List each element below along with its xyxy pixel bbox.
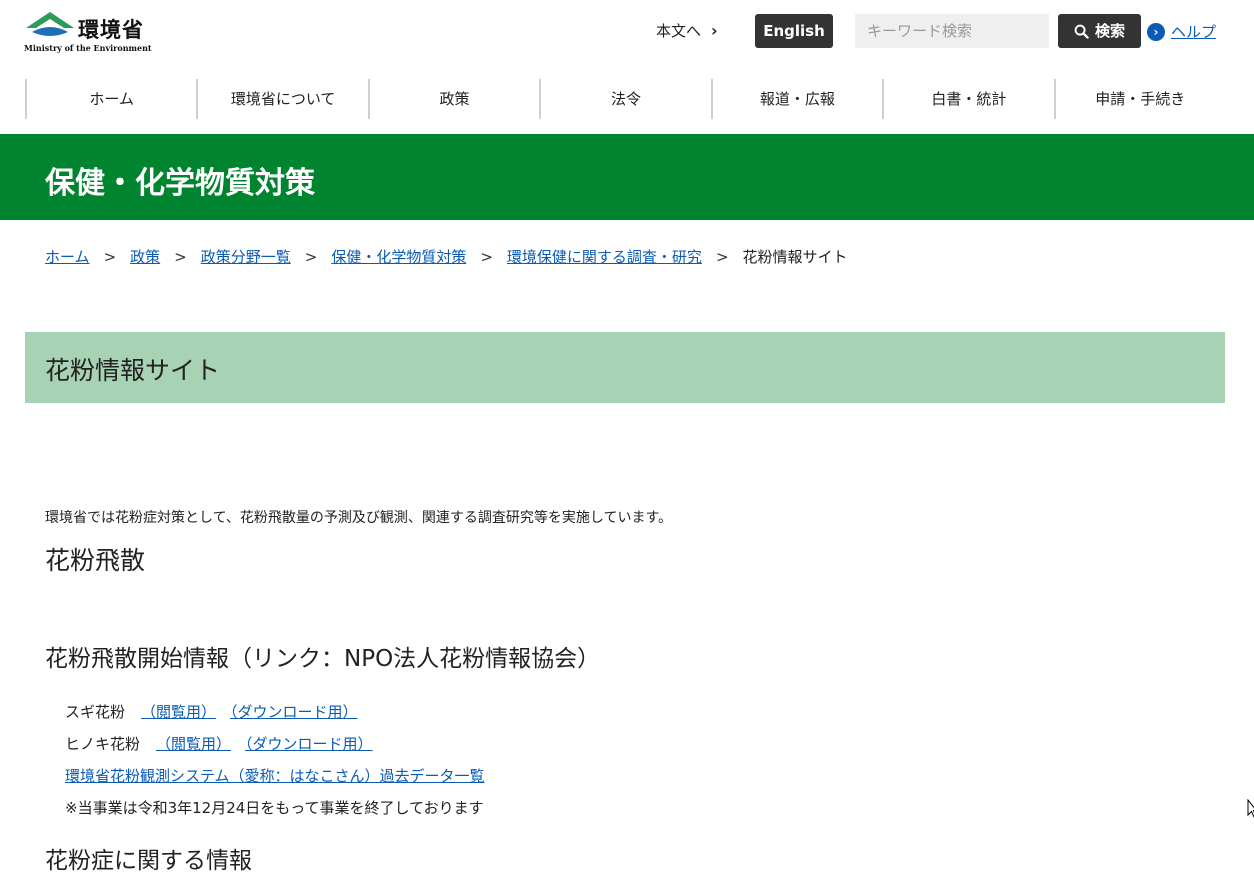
breadcrumb-separator: > xyxy=(715,248,729,266)
mouse-pointer-icon xyxy=(1247,799,1254,818)
hanakosan-archive-link[interactable]: 環境省花粉観測システム（愛称：はなこさん）過去データ一覧 xyxy=(65,767,485,785)
breadcrumb-link-health-chemical[interactable]: 保健・化学物質対策 xyxy=(331,248,466,266)
nav-item-press[interactable]: 報道・広報 xyxy=(710,79,882,119)
help-link-label[interactable]: ヘルプ xyxy=(1171,23,1216,41)
list-item: ヒノキ花粉 （閲覧用） （ダウンロード用） xyxy=(65,733,373,754)
logo-text-en: Ministry of the Environment xyxy=(24,43,152,53)
breadcrumb-separator: > xyxy=(304,248,318,266)
heading-pollen-dispersal: 花粉飛散 xyxy=(45,546,146,575)
nav-item-home[interactable]: ホーム xyxy=(25,79,196,119)
hinoki-view-link[interactable]: （閲覧用） xyxy=(156,735,231,753)
list-item: 環境省花粉観測システム（愛称：はなこさん）過去データ一覧 xyxy=(65,765,485,786)
chevron-right-icon: › xyxy=(711,21,718,40)
sugi-view-link[interactable]: （閲覧用） xyxy=(141,703,216,721)
service-end-notice: ※当事業は令和3年12月24日をもって事業を終了しております xyxy=(65,799,484,817)
global-nav: ホーム 環境省について 政策 法令 報道・広報 白書・統計 申請・手続き xyxy=(25,79,1225,119)
page-heading-box: 花粉情報サイト xyxy=(25,332,1225,403)
search-button[interactable]: 検索 xyxy=(1058,14,1141,48)
search-button-label: 検索 xyxy=(1094,22,1125,40)
nav-item-about[interactable]: 環境省について xyxy=(196,79,367,119)
nav-item-policy[interactable]: 政策 xyxy=(367,79,539,119)
breadcrumb-link-research[interactable]: 環境保健に関する調査・研究 xyxy=(507,248,702,266)
nav-item-law[interactable]: 法令 xyxy=(539,79,710,119)
page-title: 花粉情報サイト xyxy=(45,356,221,385)
list-item: スギ花粉 （閲覧用） （ダウンロード用） xyxy=(65,701,358,722)
nav-item-application[interactable]: 申請・手続き xyxy=(1053,79,1225,119)
breadcrumb-separator: > xyxy=(103,248,117,266)
logo-text-ja: 環境省 xyxy=(78,18,144,42)
sugi-label: スギ花粉 xyxy=(65,703,126,721)
chevron-right-circle-icon: › xyxy=(1147,23,1165,41)
section-title: 保健・化学物質対策 xyxy=(45,166,315,201)
section-banner: 保健・化学物質対策 xyxy=(0,134,1254,220)
search-icon xyxy=(1074,24,1089,39)
heading-dispersal-start-info: 花粉飛散開始情報（リンク：NPO法人花粉情報協会） xyxy=(45,646,601,672)
english-button[interactable]: English xyxy=(755,14,833,48)
intro-text: 環境省では花粉症対策として、花粉飛散量の予測及び観測、関連する調査研究等を実施し… xyxy=(45,510,673,526)
breadcrumb-current: 花粉情報サイト xyxy=(742,248,848,266)
skip-link-label: 本文へ xyxy=(656,22,702,40)
breadcrumb-separator: > xyxy=(174,248,187,266)
hinoki-download-link[interactable]: （ダウンロード用） xyxy=(245,735,373,753)
skip-to-content-link[interactable]: 本文へ › xyxy=(656,20,718,41)
ministry-logo[interactable]: 環境省 Ministry of the Environment xyxy=(24,8,164,56)
breadcrumb: ホーム > 政策 > 政策分野一覧 > 保健・化学物質対策 > 環境保健に関する調査・研究 > 花粉… xyxy=(45,246,848,267)
hinoki-label: ヒノキ花粉 xyxy=(65,735,141,753)
sugi-download-link[interactable]: （ダウンロード用） xyxy=(230,703,358,721)
breadcrumb-separator: > xyxy=(480,248,493,266)
breadcrumb-link-home[interactable]: ホーム xyxy=(45,248,90,266)
heading-hay-fever-info: 花粉症に関する情報 xyxy=(45,848,252,874)
help-link[interactable]: › ヘルプ xyxy=(1147,21,1216,42)
ministry-logo-icon xyxy=(26,12,74,36)
breadcrumb-link-policy-list[interactable]: 政策分野一覧 xyxy=(201,248,291,266)
search-input[interactable] xyxy=(855,14,1049,48)
breadcrumb-link-policy[interactable]: 政策 xyxy=(130,248,160,266)
nav-item-whitepaper[interactable]: 白書・統計 xyxy=(882,79,1053,119)
